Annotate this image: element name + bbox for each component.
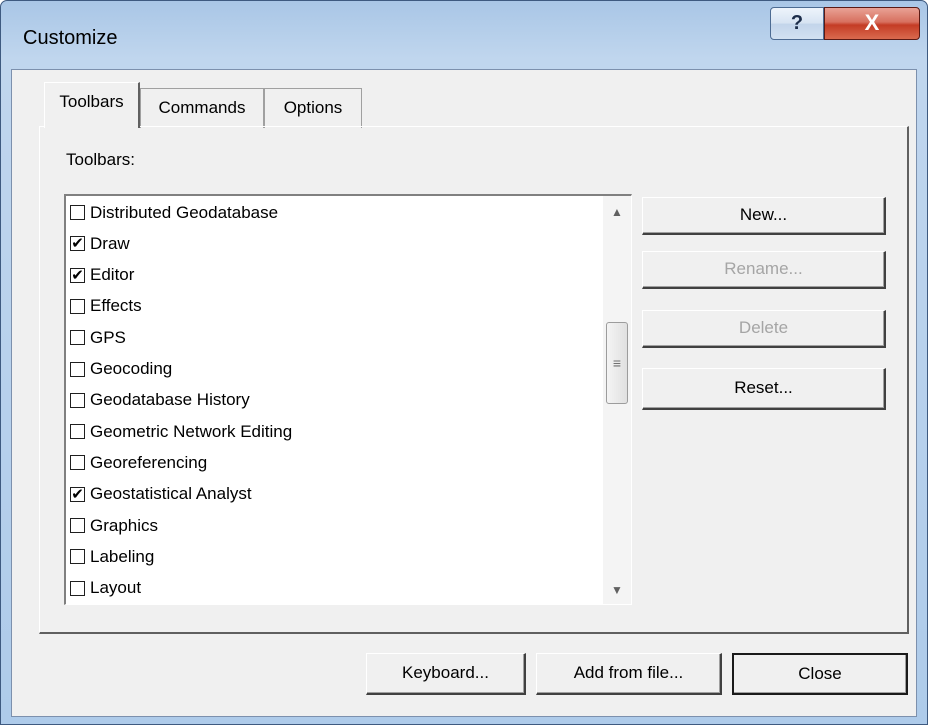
reset-button[interactable]: Reset... — [642, 368, 886, 410]
list-item[interactable]: Geometric Network Editing — [70, 416, 292, 447]
list-item-label: Draw — [90, 233, 130, 253]
scroll-up-icon: ▲ — [611, 205, 623, 219]
checkbox-unchecked[interactable] — [70, 549, 85, 565]
keyboard-button-label: Keyboard... — [402, 663, 489, 682]
checkbox-unchecked[interactable] — [70, 455, 85, 471]
list-item[interactable]: ✔ Editor — [70, 260, 134, 291]
list-item-label: Geodatabase History — [90, 390, 250, 410]
list-item-label: Geocoding — [90, 359, 173, 378]
checkmark-icon: ✔ — [71, 266, 84, 284]
list-item-label: Effects — [90, 296, 142, 316]
rename-button[interactable]: Rename... — [642, 251, 886, 289]
list-item-label: Geostatistical Analyst — [90, 484, 252, 504]
delete-button-label: Delete — [738, 318, 789, 337]
list-item[interactable]: Labeling — [70, 541, 154, 572]
list-item[interactable]: ✔ Draw — [70, 228, 130, 259]
list-item[interactable]: Distributed Geodatabase — [70, 197, 278, 228]
checkbox-checked[interactable]: ✔ — [70, 235, 85, 253]
customize-dialog: Customize ? X Toolbars Commands Options … — [0, 0, 928, 725]
tab-commands[interactable]: Commands — [140, 88, 264, 128]
close-window-button[interactable]: X — [824, 7, 920, 40]
checkbox-checked[interactable]: ✔ — [70, 266, 85, 284]
list-item-label: Graphics — [90, 515, 159, 535]
list-scrollbar[interactable]: ▲ ≡ ▼ — [603, 196, 631, 604]
checkbox-unchecked[interactable] — [70, 518, 85, 533]
tab-options[interactable]: Options — [264, 88, 362, 128]
scroll-thumb[interactable]: ≡ — [606, 322, 628, 404]
checkmark-icon: ✔ — [71, 235, 84, 253]
list-item[interactable]: Layout — [70, 573, 141, 604]
list-item[interactable]: Effects — [70, 291, 142, 322]
delete-button[interactable]: Delete — [642, 310, 886, 348]
list-item-label: Geometric Network Editing — [90, 421, 293, 441]
tab-toolbars[interactable]: Toolbars — [44, 82, 140, 128]
reset-button-label: Reset... — [734, 378, 793, 397]
scroll-down-icon: ▼ — [611, 583, 623, 597]
help-button[interactable]: ? — [770, 7, 824, 40]
add-from-file-button[interactable]: Add from file... — [536, 653, 722, 695]
new-button[interactable]: New... — [642, 197, 886, 235]
close-button-label: Close — [798, 664, 842, 683]
keyboard-button[interactable]: Keyboard... — [366, 653, 526, 695]
tab-label: Options — [283, 98, 343, 117]
list-item-label: Georeferencing — [90, 452, 208, 472]
list-item[interactable]: ✔ Geostatistical Analyst — [70, 479, 252, 510]
checkmark-icon: ✔ — [71, 485, 84, 503]
scroll-grip-icon: ≡ — [612, 355, 622, 371]
list-item[interactable]: Geodatabase History — [70, 385, 250, 416]
checkbox-unchecked[interactable] — [70, 424, 85, 440]
checkbox-unchecked[interactable] — [70, 205, 85, 220]
list-item-label: Distributed Geodatabase — [90, 202, 279, 222]
checkbox-unchecked[interactable] — [70, 580, 85, 596]
checkbox-unchecked[interactable] — [70, 361, 85, 377]
window-title: Customize — [23, 27, 118, 49]
new-button-label: New... — [739, 205, 788, 224]
list-item[interactable]: GPS — [70, 322, 126, 353]
list-item[interactable]: Graphics — [70, 510, 158, 541]
dialog-body: Toolbars Commands Options Toolbars: Dist… — [11, 69, 917, 717]
list-item-label: GPS — [90, 327, 126, 347]
tab-label: Toolbars — [59, 92, 124, 111]
scroll-down-arrow[interactable]: ▼ — [603, 576, 631, 604]
list-item[interactable]: Georeferencing — [70, 447, 207, 478]
list-item-label: Layout — [90, 578, 142, 598]
list-item[interactable]: Geocoding — [70, 354, 172, 385]
tab-label: Commands — [158, 98, 246, 117]
list-item-label: Editor — [90, 265, 135, 285]
checkbox-checked[interactable]: ✔ — [70, 485, 85, 503]
rename-button-label: Rename... — [724, 259, 803, 278]
title-bar[interactable]: Customize ? X — [1, 1, 927, 69]
toolbars-label: Toolbars: — [66, 150, 135, 169]
checkbox-unchecked[interactable] — [70, 392, 85, 408]
close-icon: X — [864, 10, 880, 35]
list-item-label: Labeling — [90, 546, 155, 566]
toolbars-list[interactable]: Distributed Geodatabase ✔ Draw ✔ Editor Effec… — [64, 194, 632, 605]
close-button[interactable]: Close — [732, 653, 908, 695]
add-from-file-button-label: Add from file... — [573, 663, 684, 682]
help-icon: ? — [790, 12, 804, 34]
scroll-up-arrow[interactable]: ▲ — [603, 198, 631, 226]
checkbox-unchecked[interactable] — [70, 298, 85, 314]
checkbox-unchecked[interactable] — [70, 330, 85, 346]
